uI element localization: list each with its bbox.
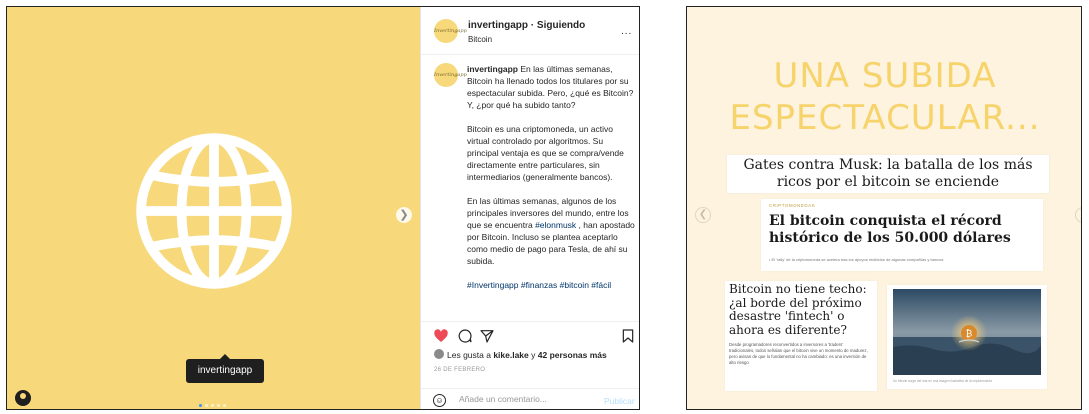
carousel-indicator [199, 404, 226, 407]
likes-middle: y [528, 350, 538, 360]
instagram-post: ❯ invertingapp Invertingapp invertingapp… [6, 6, 640, 410]
news-clip-2: CRIPTOMONEDAS El bitcoin conquista el ré… [761, 199, 1043, 271]
likes-summary: Les gusta a kike.lake y 42 personas más [434, 349, 607, 360]
heart-icon[interactable] [433, 328, 449, 344]
carousel-next-button[interactable]: ❯ [396, 207, 412, 223]
svg-text:₿: ₿ [966, 329, 973, 340]
likes-prefix: Les gusta a [447, 350, 494, 360]
caption-username[interactable]: invertingapp [467, 64, 518, 74]
share-icon[interactable] [479, 328, 495, 344]
clip-subtitle: • El 'rally' de la criptomoneda se acele… [769, 257, 944, 262]
caption-paragraph-2: Bitcoin es una criptomoneda, un activo v… [467, 124, 624, 182]
photo-caption: Un bitcoin surge del mar en una imagen i… [893, 379, 992, 383]
post-caption: invertingapp En las últimas semanas, Bit… [467, 63, 637, 303]
comment-input[interactable] [459, 394, 589, 404]
post-date: 26 DE FEBRERO [434, 367, 486, 373]
separator: · [528, 20, 537, 31]
comment-icon[interactable] [457, 328, 473, 344]
caption-avatar[interactable]: Invertingapp [434, 63, 467, 87]
carousel-dot [199, 404, 202, 407]
slide-title: UNA SUBIDA ESPECTACULAR... [729, 56, 1041, 138]
post-image[interactable]: ❯ invertingapp [7, 7, 420, 409]
carousel-dot [223, 404, 226, 407]
clip-title: Bitcoin no tiene techo: ¿al borde del pr… [729, 282, 867, 337]
header-username: invertingapp · Siguiendo [468, 20, 585, 31]
post-sidebar: Invertingapp invertingapp · Siguiendo Bi… [420, 7, 639, 409]
globe-icon [136, 133, 292, 289]
hashtags[interactable]: #Invertingapp #finanzas #bitcoin #fácil [467, 279, 637, 291]
emoji-icon[interactable]: ☺ [433, 394, 446, 407]
liker-username[interactable]: kike.lake [493, 350, 528, 360]
liker-avatar [434, 349, 444, 359]
news-clip-3: Bitcoin no tiene techo: ¿al borde del pr… [725, 281, 877, 391]
user-tags-icon[interactable] [15, 390, 31, 406]
clip-kicker: CRIPTOMONEDAS [769, 203, 816, 208]
news-headline-1: Gates contra Musk: la batalla de los más… [727, 155, 1049, 193]
post-actions: Les gusta a kike.lake y 42 personas más … [421, 321, 639, 409]
header-location[interactable]: Bitcoin [468, 35, 492, 44]
slide-panel: UNA SUBIDA ESPECTACULAR... ❮ ❯ Gates con… [686, 6, 1082, 410]
bitcoin-sea-photo: ₿ [893, 289, 1041, 375]
publish-button[interactable]: Publicar [604, 396, 635, 406]
more-options-icon[interactable]: ... [621, 26, 632, 37]
comment-box: ☺ Publicar [421, 388, 639, 409]
hashtag-link[interactable]: #elonmusk [535, 220, 576, 230]
avatar[interactable]: Invertingapp [434, 19, 467, 43]
clip-body: Desde programadores reconvertidos a inve… [729, 342, 868, 365]
post-header: Invertingapp invertingapp · Siguiendo Bi… [421, 7, 639, 55]
previous-slide-button[interactable]: ❮ [695, 207, 711, 223]
carousel-dot [217, 404, 220, 407]
likes-count[interactable]: 42 personas más [538, 350, 607, 360]
username-link[interactable]: invertingapp [468, 20, 528, 31]
user-tag-label[interactable]: invertingapp [186, 354, 264, 383]
news-photo-clip: ₿ Un bitcoin surge del mar en una imagen… [887, 285, 1047, 389]
carousel-dot [211, 404, 214, 407]
clip-title: El bitcoin conquista el récord histórico… [769, 213, 1011, 246]
carousel-dot [205, 404, 208, 407]
next-slide-button[interactable]: ❯ [1075, 207, 1081, 223]
follow-status[interactable]: Siguiendo [537, 20, 585, 31]
bookmark-icon[interactable] [620, 328, 636, 344]
